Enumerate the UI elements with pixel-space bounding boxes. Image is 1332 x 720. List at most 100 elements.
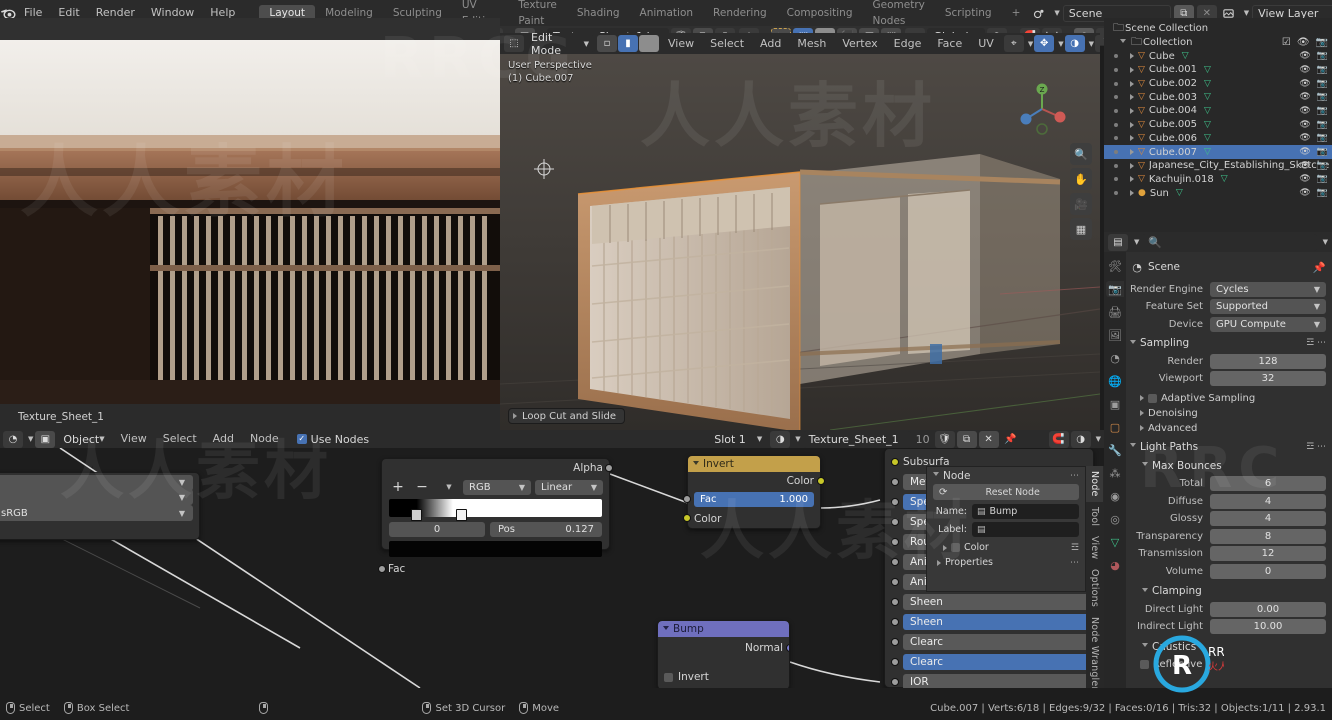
bsdf-socket-anisot[interactable]	[891, 558, 899, 566]
properties-type-chevron-icon[interactable]: ▼	[1134, 238, 1139, 246]
invert-color-input-socket[interactable]	[683, 514, 691, 522]
shader-object-icon[interactable]: ▣	[35, 430, 56, 448]
eye-icon[interactable]: 👁	[1299, 79, 1310, 89]
workspace-tab-compositing[interactable]: Compositing	[777, 5, 863, 21]
light-paths-panel-header[interactable]: Light Paths ☲ ⋯	[1130, 439, 1326, 455]
node-panel-triangle-icon[interactable]	[933, 472, 939, 479]
camera-render-icon[interactable]: 📷	[1317, 174, 1328, 184]
bsdf-input-field[interactable]: Clearc	[903, 654, 1093, 670]
max-bounces-triangle-icon[interactable]	[1142, 462, 1148, 469]
bounce-value[interactable]: 4	[1210, 493, 1326, 509]
bump-node[interactable]: Bump Normal Invert	[657, 620, 790, 688]
color-ramp-colormode-dropdown[interactable]: RGB ▼	[463, 479, 531, 495]
bsdf-input-field[interactable]: IOR	[903, 674, 1093, 688]
bsdf-input-clearc[interactable]: Clearc	[885, 652, 1093, 672]
outliner-expand-triangle-icon[interactable]	[1130, 190, 1134, 197]
feature-set-dropdown[interactable]: Supported ▼	[1210, 299, 1326, 314]
viewport-menu-face[interactable]: Face	[929, 35, 970, 53]
outliner-expand-triangle-icon[interactable]	[1130, 80, 1134, 87]
bump-normal-output-socket[interactable]	[786, 644, 789, 652]
outliner-expand-triangle-icon[interactable]	[1130, 149, 1134, 156]
adaptive-sampling-triangle-icon[interactable]	[1140, 395, 1144, 401]
clamp-value[interactable]: 10.00	[1210, 619, 1326, 634]
node-label-input[interactable]: ▤	[972, 522, 1079, 537]
node-color-triangle-icon[interactable]	[943, 544, 947, 551]
outliner-item-cube[interactable]: ▽ Cube ▽ 👁 📷	[1104, 49, 1332, 63]
outliner-item-cube-007[interactable]: ▽ Cube.007 ▽ 👁 📷	[1104, 145, 1332, 159]
bsdf-socket-anisot[interactable]	[891, 578, 899, 586]
color-ramp-menu-chevron-icon[interactable]: ▼	[439, 483, 459, 491]
bsdf-socket-ior[interactable]	[891, 678, 899, 686]
properties-tab-constraints[interactable]: ◎	[1106, 511, 1124, 527]
clamping-triangle-icon[interactable]	[1142, 587, 1148, 595]
bsdf-socket-roughne[interactable]	[891, 538, 899, 546]
color-ramp-gradient[interactable]	[389, 499, 602, 521]
scene-chevron-down-icon[interactable]: ▼	[1054, 9, 1059, 17]
view-layer-chevron-down-icon[interactable]: ▼	[1244, 9, 1249, 17]
bsdf-socket-specu[interactable]	[891, 518, 899, 526]
shader-pin-icon[interactable]: 📌	[1001, 431, 1021, 448]
gizmos-chevron-icon[interactable]: ▼	[1058, 40, 1063, 48]
bsdf-socket-sheen[interactable]	[891, 598, 899, 606]
camera-render-icon[interactable]: 📷	[1317, 147, 1328, 157]
grid-ortho-icon[interactable]: ▦	[1070, 218, 1092, 240]
outliner-restrict-dot[interactable]	[1114, 81, 1118, 86]
color-ramp-interpolation-dropdown[interactable]: Linear ▼	[535, 479, 603, 495]
bsdf-input-field[interactable]: Clearc	[903, 634, 1093, 650]
shader-editor-type-icon[interactable]: ◔	[3, 430, 23, 448]
face-select-icon[interactable]	[639, 35, 659, 52]
properties-tab-physics[interactable]: ◉	[1106, 488, 1124, 504]
camera-render-icon[interactable]: 📷	[1317, 120, 1328, 130]
bsdf-input-sheen[interactable]: Sheen	[885, 592, 1093, 612]
eye-icon[interactable]: 👁	[1299, 133, 1310, 143]
outliner-collection-row[interactable]: 🗀 Collection ☑ 👁 📷	[1104, 35, 1332, 50]
adaptive-sampling-checkbox[interactable]	[1148, 393, 1157, 403]
outliner-restrict-dot[interactable]	[1114, 191, 1118, 196]
eye-icon[interactable]: 👁	[1299, 120, 1310, 130]
properties-tab-data[interactable]: ▽	[1106, 534, 1124, 550]
shader-type-dropdown[interactable]: Object ▼	[57, 431, 110, 448]
bump-invert-checkbox[interactable]	[664, 672, 673, 682]
color-space-dropdown[interactable]: sRGB ▼	[0, 505, 193, 521]
node-properties-triangle-icon[interactable]	[937, 559, 941, 566]
viewport-editor-type-icon[interactable]: ⬚	[504, 35, 524, 52]
outliner-item-cube-005[interactable]: ▽ Cube.005 ▽ 👁 📷	[1104, 118, 1332, 132]
clamping-header[interactable]: Clamping	[1130, 583, 1326, 599]
light-paths-presets-icon[interactable]: ☲ ⋯	[1306, 442, 1326, 452]
shader-sidebar-tab-tool[interactable]: Tool	[1086, 502, 1103, 531]
reset-node-button[interactable]: ⟳ Reset Node	[933, 484, 1079, 500]
outliner-expand-triangle-icon[interactable]	[1130, 66, 1134, 73]
shader-sidebar-tab-node-wrangler[interactable]: Node Wrangler	[1086, 612, 1103, 688]
bsdf-input-sheen[interactable]: Sheen	[885, 612, 1093, 632]
viewport-overlays-icon[interactable]: ◑	[1064, 35, 1085, 52]
properties-tab-object[interactable]: ▢	[1106, 419, 1124, 435]
eye-icon[interactable]: 👁	[1299, 106, 1310, 116]
visibility-chevron-icon[interactable]: ▼	[1028, 40, 1033, 48]
eye-icon[interactable]: 👁	[1299, 174, 1310, 184]
bsdf-socket-subsurfa[interactable]	[891, 458, 899, 466]
bounce-value[interactable]: 6	[1210, 476, 1326, 491]
properties-tab-view-layer[interactable]: 🖼	[1106, 327, 1124, 343]
workspace-tab-rendering[interactable]: Rendering	[703, 5, 777, 21]
eye-icon[interactable]: 👁	[1299, 188, 1310, 198]
material-browse-chevron-icon[interactable]: ▼	[795, 435, 800, 443]
color-stop-handle-0[interactable]	[411, 509, 422, 521]
camera-render-icon[interactable]: 📷	[1317, 161, 1328, 171]
shader-node-canvas[interactable]: Repeat ▼ Single Image ▼ Color Space sRGB…	[0, 448, 1104, 688]
bounce-value[interactable]: 8	[1210, 528, 1326, 544]
eye-icon[interactable]: 👁	[1297, 37, 1310, 48]
viewport-menu-edge[interactable]: Edge	[886, 35, 930, 53]
operator-redo-panel[interactable]: Loop Cut and Slide	[508, 408, 625, 424]
edge-select-icon[interactable]: ▮	[618, 35, 638, 52]
collection-checkbox[interactable]: ☑	[1282, 37, 1291, 48]
bump-collapse-triangle-icon[interactable]	[663, 625, 669, 633]
node-name-input[interactable]: ▤ Bump	[972, 504, 1079, 519]
properties-tab-output[interactable]: 🖨	[1106, 304, 1124, 320]
shader-sidebar-tab-node[interactable]: Node	[1086, 466, 1103, 502]
bsdf-socket-metall[interactable]	[891, 478, 899, 486]
color-ramp-node[interactable]: Alpha + − ▼ RGB ▼ Linear ▼ 0 Pos 0.127 F…	[378, 458, 613, 575]
outliner-item-cube-002[interactable]: ▽ Cube.002 ▽ 👁 📷	[1104, 77, 1332, 91]
camera-render-icon[interactable]: 📷	[1316, 37, 1328, 48]
navigation-gizmo[interactable]: Z	[1014, 81, 1070, 137]
outliner-expand-triangle-icon[interactable]	[1130, 162, 1134, 169]
